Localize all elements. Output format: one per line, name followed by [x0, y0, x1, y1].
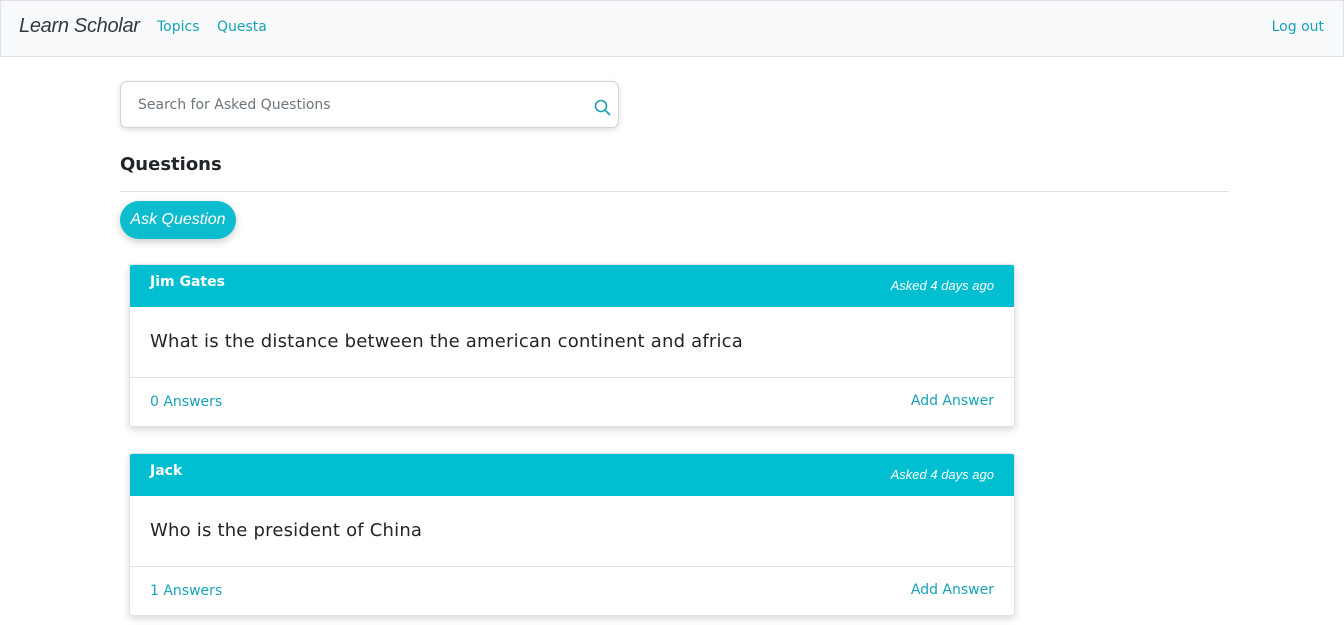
- card-footer-divider: [130, 377, 1014, 378]
- question-card: Jack Asked 4 days ago Who is the preside…: [129, 453, 1015, 616]
- question-author: Jack: [150, 463, 183, 479]
- answers-count-link[interactable]: 0 Answers: [150, 394, 222, 410]
- question-timestamp: Asked 4 days ago: [890, 278, 994, 293]
- page-title: Questions: [120, 154, 222, 175]
- answers-count-link[interactable]: 1 Answers: [150, 583, 222, 599]
- question-text[interactable]: Who is the president of China: [150, 520, 422, 541]
- nav-link-questa[interactable]: Questa: [217, 19, 267, 35]
- add-answer-link[interactable]: Add Answer: [911, 582, 994, 598]
- logout-link[interactable]: Log out: [1272, 19, 1324, 35]
- top-navbar: Learn Scholar Topics Questa Log out: [0, 0, 1344, 57]
- search-icon[interactable]: [594, 99, 611, 116]
- question-text[interactable]: What is the distance between the america…: [150, 331, 743, 352]
- nav-link-topics[interactable]: Topics: [157, 19, 200, 35]
- question-card-header: Jack Asked 4 days ago: [130, 454, 1014, 496]
- card-footer-divider: [130, 566, 1014, 567]
- brand-logo[interactable]: Learn Scholar: [19, 15, 140, 38]
- search-input[interactable]: [121, 82, 581, 127]
- ask-question-button[interactable]: Ask Question: [120, 201, 236, 239]
- section-divider: [120, 191, 1229, 192]
- question-author: Jim Gates: [150, 274, 225, 290]
- question-card-header: Jim Gates Asked 4 days ago: [130, 265, 1014, 307]
- add-answer-link[interactable]: Add Answer: [911, 393, 994, 409]
- search-box: [120, 81, 619, 128]
- question-card: Jim Gates Asked 4 days ago What is the d…: [129, 264, 1015, 427]
- question-timestamp: Asked 4 days ago: [890, 467, 994, 482]
